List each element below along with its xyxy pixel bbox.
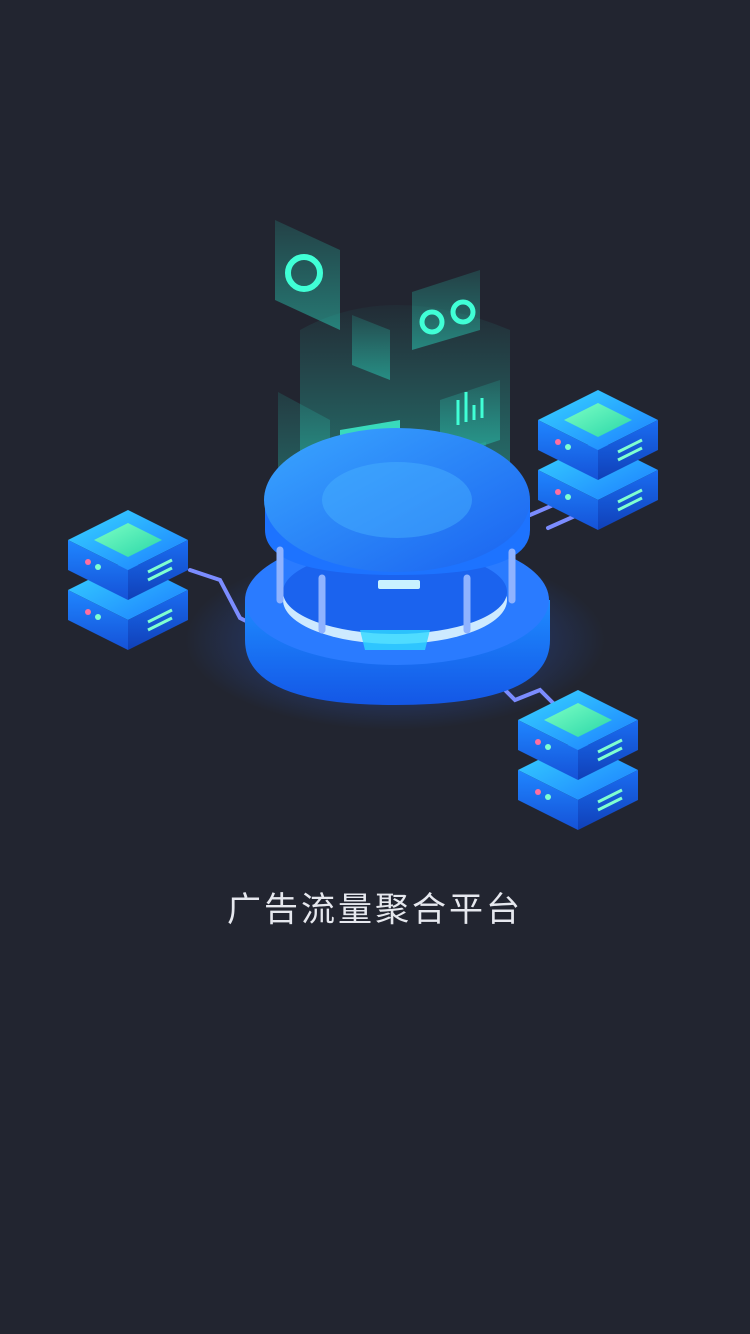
server-rack-icon bbox=[538, 390, 658, 530]
splash-title: 广告流量聚合平台 bbox=[227, 890, 523, 930]
central-hub bbox=[245, 428, 550, 705]
server-rack-icon bbox=[518, 690, 638, 830]
server-rack-icon bbox=[68, 510, 188, 650]
splash-screen: 广告流量聚合平台 bbox=[0, 0, 750, 1334]
data-center-hub-illustration bbox=[68, 220, 658, 830]
